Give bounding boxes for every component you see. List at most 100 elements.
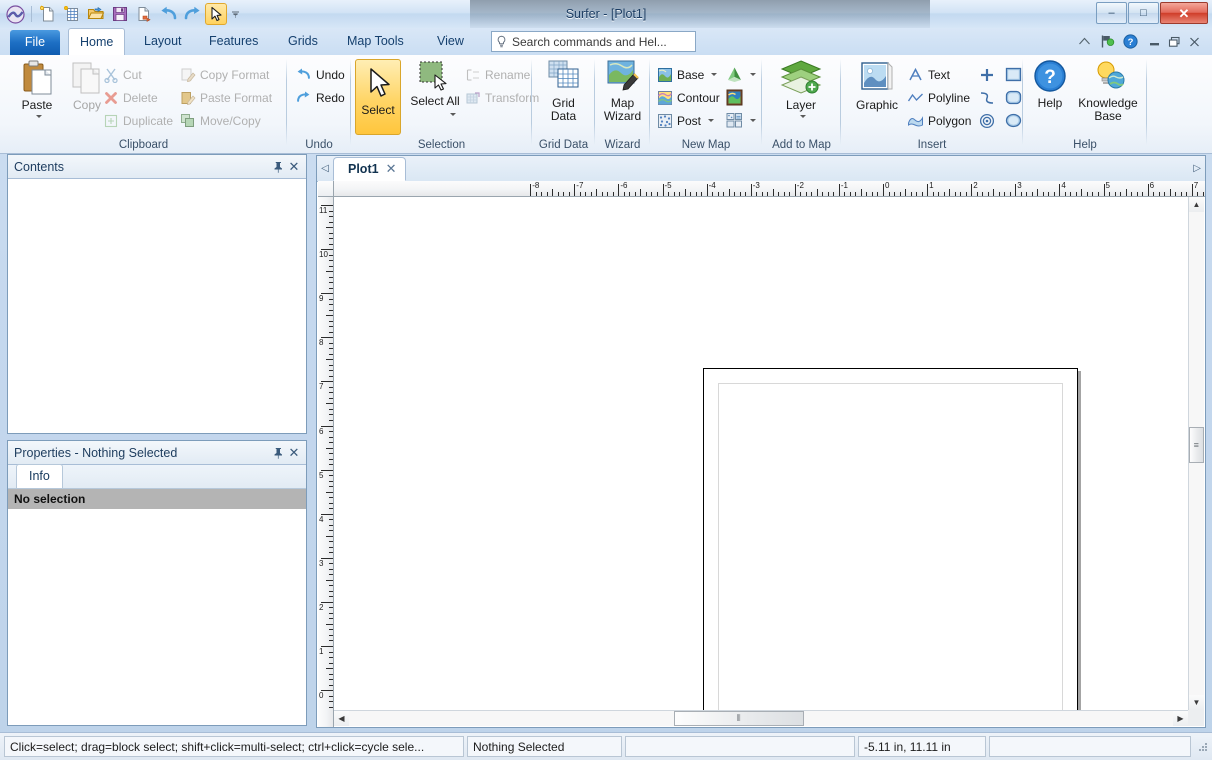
rename-menu-item[interactable]: Rename	[465, 64, 530, 85]
tab-features[interactable]: Features	[198, 28, 269, 55]
cut-menu-item[interactable]: Cut	[103, 64, 142, 85]
post-map-dropdown-caret[interactable]	[708, 119, 714, 122]
new-worksheet-icon[interactable]	[61, 3, 83, 25]
close-tab-icon[interactable]: ✕	[386, 161, 397, 177]
tab-nav-right-icon[interactable]: ▷	[1193, 163, 1201, 174]
plus-symbol-menu-item[interactable]	[979, 64, 995, 85]
pin-icon[interactable]	[270, 445, 286, 461]
spline-menu-item[interactable]	[979, 87, 995, 108]
duplicate-menu-item[interactable]: Duplicate	[103, 110, 173, 131]
ruler-minor-tick	[329, 266, 333, 267]
save-icon[interactable]	[109, 3, 131, 25]
new-plot-icon[interactable]	[37, 3, 59, 25]
page-sheet[interactable]	[703, 368, 1078, 710]
restore-down-icon[interactable]	[1146, 33, 1163, 50]
document-tab-plot1[interactable]: Plot1 ✕	[333, 157, 406, 181]
scroll-down-button[interactable]: ▼	[1189, 695, 1204, 710]
rounded-rectangle-menu-item[interactable]	[1005, 87, 1022, 108]
layer-dropdown-caret[interactable]	[800, 115, 806, 118]
ruler-corner[interactable]	[318, 181, 334, 197]
base-map-dropdown-caret[interactable]	[711, 73, 717, 76]
tab-view[interactable]: View	[426, 28, 475, 55]
restore-window-icon[interactable]	[1166, 33, 1183, 50]
properties-panel-body[interactable]	[8, 509, 306, 725]
undo-menu-item[interactable]: Undo	[295, 64, 345, 85]
tab-info[interactable]: Info	[16, 464, 63, 488]
contents-panel-body[interactable]	[8, 179, 306, 433]
open-icon[interactable]	[85, 3, 107, 25]
tab-nav-left-icon[interactable]: ◁	[317, 156, 333, 181]
horizontal-scroll-thumb[interactable]: ⦀	[674, 711, 804, 726]
tab-layout[interactable]: Layout	[133, 28, 193, 55]
vertical-ruler[interactable]: 11109876543210	[318, 197, 334, 727]
vertical-scroll-thumb[interactable]: ≡	[1189, 427, 1204, 463]
graphic-button[interactable]: Graphic	[846, 59, 908, 112]
move-copy-menu-item[interactable]: Move/Copy	[180, 110, 261, 131]
customize-qat-icon[interactable]	[229, 3, 242, 25]
scroll-up-button[interactable]: ▲	[1189, 197, 1204, 212]
horizontal-scrollbar[interactable]: ◀ ⦀ ▶	[334, 710, 1188, 726]
ruler-minor-tick	[558, 192, 559, 196]
multi-map-dropdown-caret[interactable]	[750, 119, 756, 122]
tab-home[interactable]: Home	[68, 28, 125, 56]
export-icon[interactable]	[133, 3, 155, 25]
vertical-scrollbar[interactable]: ▲ ≡ ▼	[1188, 197, 1204, 710]
paste-label: Paste	[22, 99, 53, 112]
paste-format-menu-item[interactable]: Paste Format	[180, 87, 272, 108]
redo-icon[interactable]	[181, 3, 203, 25]
delete-menu-item[interactable]: Delete	[103, 87, 158, 108]
grid-data-button[interactable]: Grid Data	[536, 59, 591, 123]
home-up-icon[interactable]	[1076, 33, 1093, 50]
resize-gripper-icon[interactable]	[1194, 740, 1208, 754]
surface-3d-dropdown-caret[interactable]	[750, 73, 756, 76]
paste-button[interactable]: Paste	[10, 59, 64, 118]
close-icon[interactable]: ✕	[286, 445, 302, 461]
tab-grids[interactable]: Grids	[277, 28, 329, 55]
tab-file[interactable]: File	[10, 30, 60, 55]
select-tool-icon[interactable]	[205, 3, 227, 25]
minimize-button[interactable]: –	[1096, 2, 1127, 24]
map-wizard-button[interactable]: Map Wizard	[596, 59, 649, 123]
minimize-glyph: –	[1108, 8, 1114, 19]
surface-3d-menu-item[interactable]	[726, 64, 756, 85]
copy-format-menu-item[interactable]: Copy Format	[180, 64, 269, 85]
post-map-menu-item[interactable]: Post	[657, 110, 714, 131]
polygon-menu-item[interactable]: Polygon	[907, 110, 971, 131]
pin-icon[interactable]	[270, 159, 286, 175]
knowledge-base-icon	[1089, 59, 1127, 95]
polyline-menu-item[interactable]: Polyline	[907, 87, 970, 108]
horizontal-ruler[interactable]: -8-7-6-5-4-3-2-101234567	[334, 181, 1205, 197]
close-document-icon[interactable]	[1186, 33, 1203, 50]
contour-map-menu-item[interactable]: Contour	[657, 87, 720, 108]
surfer-logo-icon[interactable]	[4, 3, 26, 25]
search-input[interactable]: Search commands and Hel...	[491, 31, 696, 52]
paste-dropdown-caret[interactable]	[36, 115, 42, 118]
tab-map-tools[interactable]: Map Tools	[336, 28, 415, 55]
flag-icon[interactable]	[1099, 33, 1116, 50]
redo-menu-item[interactable]: Redo	[295, 87, 345, 108]
image-map-menu-item[interactable]	[726, 87, 743, 108]
concentric-circles-menu-item[interactable]	[979, 110, 995, 131]
select-all-button[interactable]: Select All	[407, 59, 463, 108]
select-button[interactable]: Select	[355, 59, 401, 135]
text-menu-item[interactable]: Text	[907, 64, 950, 85]
transform-menu-item[interactable]: Transform	[465, 87, 539, 108]
multi-map-menu-item[interactable]	[726, 110, 756, 131]
clipboard-group-label: Clipboard	[0, 139, 287, 151]
base-map-menu-item[interactable]: Base	[657, 64, 717, 85]
close-button[interactable]: ✕	[1160, 2, 1208, 24]
scroll-left-button[interactable]: ◀	[334, 711, 349, 726]
help-circle-icon[interactable]: ?	[1122, 33, 1139, 50]
layer-button[interactable]: Layer	[774, 59, 828, 118]
help-button[interactable]: ? Help	[1027, 59, 1073, 110]
scroll-right-button[interactable]: ▶	[1173, 711, 1188, 726]
ellipse-menu-item[interactable]	[1005, 110, 1022, 131]
layer-label: Layer	[786, 99, 816, 112]
select-all-dropdown-caret[interactable]	[450, 113, 456, 116]
plot-canvas[interactable]	[335, 198, 1188, 710]
close-icon[interactable]: ✕	[286, 159, 302, 175]
rectangle-menu-item[interactable]	[1005, 64, 1022, 85]
maximize-button[interactable]: □	[1128, 2, 1159, 24]
undo-icon[interactable]	[157, 3, 179, 25]
knowledge-base-button[interactable]: Knowledge Base	[1073, 59, 1143, 123]
